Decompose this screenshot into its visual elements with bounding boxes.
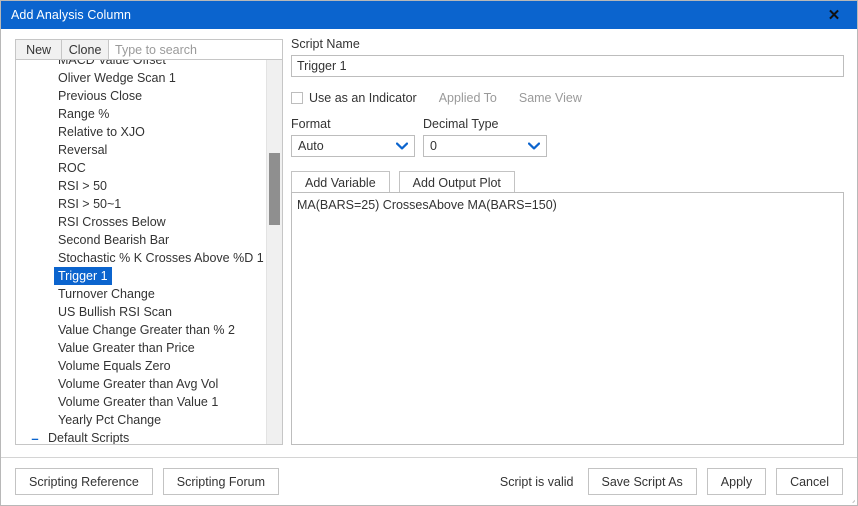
list-item[interactable]: RSI > 50~1 bbox=[16, 195, 266, 213]
list-scrollbar[interactable] bbox=[266, 60, 282, 444]
list-item[interactable]: Range % bbox=[16, 105, 266, 123]
script-list-frame: MACD Value Offset Oliver Wedge Scan 1 Prev… bbox=[15, 60, 283, 445]
script-name-label: Script Name bbox=[291, 37, 360, 51]
script-list-panel: New Clone MACD Value Offset Oliver Wedge … bbox=[15, 39, 283, 445]
footer-right-actions: Script is valid Save Script As Apply Can… bbox=[500, 468, 843, 495]
apply-button[interactable]: Apply bbox=[706, 468, 767, 495]
indicator-options-row: Use as an Indicator Applied To Same View bbox=[291, 91, 844, 105]
applied-to-label: Applied To bbox=[438, 91, 497, 105]
script-list-viewport: MACD Value Offset Oliver Wedge Scan 1 Prev… bbox=[16, 60, 266, 444]
window-titlebar: Add Analysis Column ✕ bbox=[1, 1, 857, 29]
list-item-label: Volume Greater than Avg Vol bbox=[58, 377, 219, 391]
tree-node-default-scripts[interactable]: – Default Scripts bbox=[16, 429, 266, 444]
list-item[interactable]: Second Bearish Bar bbox=[16, 231, 266, 249]
same-view-label: Same View bbox=[518, 91, 582, 105]
list-item[interactable]: Trigger 1 bbox=[16, 267, 266, 285]
list-item-label: Range % bbox=[58, 107, 110, 121]
list-item-label: RSI > 50~1 bbox=[58, 197, 122, 211]
window-title: Add Analysis Column bbox=[11, 8, 132, 22]
list-item-label: Yearly Pct Change bbox=[58, 413, 162, 427]
decimal-type-select[interactable]: 0 bbox=[423, 135, 547, 157]
list-item-label: Stochastic % K Crosses Above %D 1 bbox=[58, 251, 264, 265]
list-item-label: Value Greater than Price bbox=[58, 341, 195, 355]
collapse-minus-icon[interactable]: – bbox=[28, 432, 42, 445]
list-toolbar: New Clone bbox=[15, 39, 283, 60]
use-as-indicator-label[interactable]: Use as an Indicator bbox=[309, 91, 417, 105]
list-item[interactable]: Stochastic % K Crosses Above %D 1 bbox=[16, 249, 266, 267]
dialog-footer: Scripting Reference Scripting Forum Scri… bbox=[1, 457, 857, 505]
new-button[interactable]: New bbox=[15, 39, 63, 60]
list-item[interactable]: Oliver Wedge Scan 1 bbox=[16, 69, 266, 87]
save-script-as-button[interactable]: Save Script As bbox=[587, 468, 697, 495]
list-item-label: Value Change Greater than % 2 bbox=[58, 323, 235, 337]
list-item[interactable]: RSI Crosses Below bbox=[16, 213, 266, 231]
list-item[interactable]: Relative to XJO bbox=[16, 123, 266, 141]
scripting-reference-button[interactable]: Scripting Reference bbox=[15, 468, 153, 495]
dialog-content: New Clone MACD Value Offset Oliver Wedge … bbox=[1, 29, 857, 457]
list-item-label: Second Bearish Bar bbox=[58, 233, 170, 247]
search-input[interactable] bbox=[109, 39, 283, 60]
list-item[interactable]: US Bullish RSI Scan bbox=[16, 303, 266, 321]
decimal-type-field: Decimal Type 0 bbox=[423, 117, 547, 157]
list-item-label: Turnover Change bbox=[58, 287, 155, 301]
list-item-label: ROC bbox=[58, 161, 86, 175]
list-item-label: Oliver Wedge Scan 1 bbox=[58, 71, 176, 85]
list-item[interactable]: Volume Equals Zero bbox=[16, 357, 266, 375]
list-item[interactable]: Value Change Greater than % 2 bbox=[16, 321, 266, 339]
script-list: MACD Value Offset Oliver Wedge Scan 1 Prev… bbox=[16, 60, 266, 444]
format-field: Format Auto bbox=[291, 117, 415, 157]
list-item[interactable]: ROC bbox=[16, 159, 266, 177]
add-analysis-column-dialog: Add Analysis Column ✕ New Clone MACD Val… bbox=[0, 0, 858, 506]
list-item[interactable]: Previous Close bbox=[16, 87, 266, 105]
list-item[interactable]: RSI > 50 bbox=[16, 177, 266, 195]
list-item-label: US Bullish RSI Scan bbox=[58, 305, 172, 319]
script-editor-panel: Script Name Use as an Indicator Applied … bbox=[291, 37, 844, 445]
script-editor-textarea[interactable] bbox=[291, 192, 844, 445]
list-item[interactable]: Volume Greater than Avg Vol bbox=[16, 375, 266, 393]
list-item[interactable]: Reversal bbox=[16, 141, 266, 159]
footer-left-actions: Scripting Reference Scripting Forum bbox=[15, 468, 280, 495]
list-item[interactable]: Value Greater than Price bbox=[16, 339, 266, 357]
decimal-type-label: Decimal Type bbox=[423, 117, 499, 131]
script-name-input[interactable] bbox=[291, 55, 844, 77]
list-item-label: Relative to XJO bbox=[58, 125, 145, 139]
clone-button[interactable]: Clone bbox=[62, 39, 109, 60]
use-as-indicator-checkbox[interactable] bbox=[291, 92, 303, 104]
format-label: Format bbox=[291, 117, 331, 131]
list-item-label: RSI Crosses Below bbox=[58, 215, 166, 229]
format-select-value: Auto bbox=[298, 139, 324, 153]
resize-grip-icon[interactable] bbox=[842, 490, 855, 503]
list-item-label: Previous Close bbox=[58, 89, 143, 103]
list-item-label: Volume Equals Zero bbox=[58, 359, 171, 373]
close-icon[interactable]: ✕ bbox=[821, 1, 847, 29]
list-item[interactable]: Turnover Change bbox=[16, 285, 266, 303]
tree-node-label: Default Scripts bbox=[48, 431, 130, 444]
format-row: Format Auto Decimal Type 0 bbox=[291, 117, 844, 157]
list-item-label: Volume Greater than Value 1 bbox=[58, 395, 219, 409]
list-item-label: RSI > 50 bbox=[58, 179, 107, 193]
chevron-down-icon bbox=[396, 136, 408, 156]
list-item[interactable]: MACD Value Offset bbox=[16, 60, 266, 69]
list-item-label: Reversal bbox=[58, 143, 108, 157]
decimal-type-select-value: 0 bbox=[430, 139, 437, 153]
list-item[interactable]: Volume Greater than Value 1 bbox=[16, 393, 266, 411]
scripting-forum-button[interactable]: Scripting Forum bbox=[162, 468, 280, 495]
script-status-text: Script is valid bbox=[499, 474, 574, 489]
list-item[interactable]: Yearly Pct Change bbox=[16, 411, 266, 429]
cancel-button[interactable]: Cancel bbox=[776, 468, 843, 495]
list-scrollbar-thumb[interactable] bbox=[269, 153, 280, 225]
list-item-label: Trigger 1 bbox=[54, 267, 112, 285]
list-item-label: MACD Value Offset bbox=[58, 60, 166, 67]
chevron-down-icon bbox=[528, 136, 540, 156]
format-select[interactable]: Auto bbox=[291, 135, 415, 157]
